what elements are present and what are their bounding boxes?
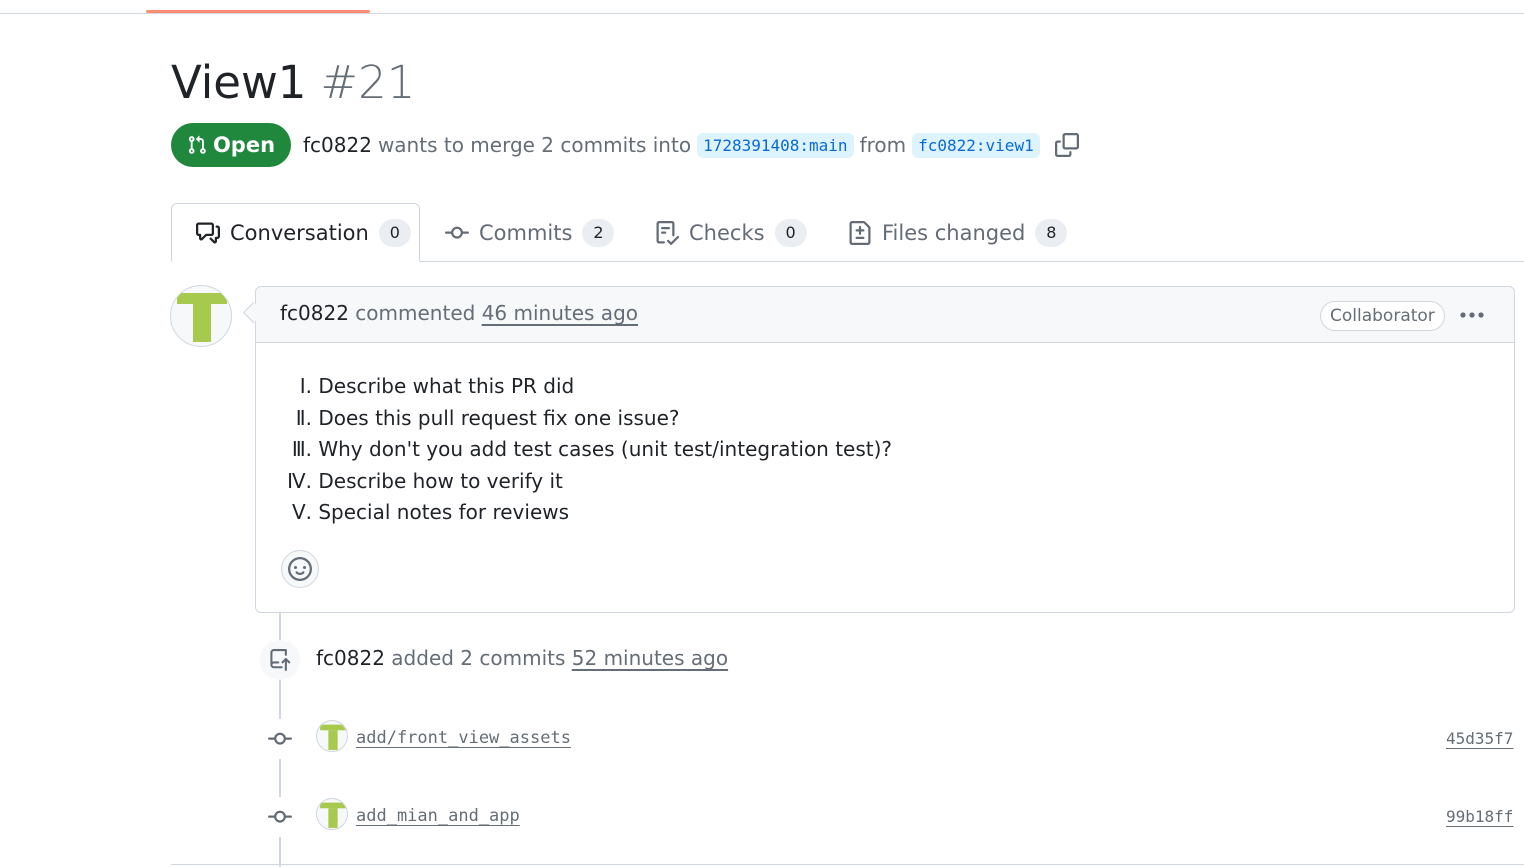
git-commit-icon bbox=[268, 732, 292, 745]
nav-underline bbox=[0, 13, 1524, 14]
event-action: added 2 commits bbox=[391, 646, 566, 670]
copy-branch-button[interactable] bbox=[1052, 130, 1082, 160]
tab-label: Conversation bbox=[230, 220, 369, 245]
identicon bbox=[320, 802, 346, 828]
pr-state-badge: Open bbox=[171, 123, 291, 167]
comment-discussion-icon bbox=[196, 222, 220, 243]
tab-counter: 8 bbox=[1035, 218, 1068, 247]
commit-sha-link[interactable]: 99b18ff bbox=[1446, 807, 1513, 826]
timeline-event: fc0822 added 2 commits 52 minutes ago bbox=[316, 646, 728, 670]
list-text: Does this pull request fix one issue? bbox=[312, 405, 680, 430]
list-text: Special notes for reviews bbox=[312, 500, 570, 524]
tab-label: Files changed bbox=[882, 220, 1026, 245]
list-item: Ⅱ. Does this pull request fix one issue? bbox=[280, 403, 892, 435]
repo-push-icon bbox=[270, 649, 291, 671]
base-branch-link[interactable]: 1728391408:main bbox=[697, 132, 854, 158]
commit-author-avatar[interactable] bbox=[316, 798, 348, 830]
list-marker: Ⅰ. bbox=[299, 374, 312, 398]
pr-state-label: Open bbox=[212, 133, 276, 157]
head-branch-link[interactable]: fc0822:view1 bbox=[912, 132, 1040, 158]
comment-action: commented bbox=[355, 301, 476, 325]
list-text: Describe how to verify it bbox=[312, 468, 563, 493]
comment-meta: fc0822 commented 46 minutes ago bbox=[280, 301, 638, 325]
section-divider bbox=[171, 864, 1524, 865]
event-author-link[interactable]: fc0822 bbox=[316, 646, 385, 670]
list-item: Ⅳ. Describe how to verify it bbox=[280, 466, 892, 498]
file-diff-icon bbox=[849, 220, 871, 245]
comment-options-button[interactable] bbox=[1457, 303, 1487, 327]
avatar[interactable] bbox=[170, 285, 232, 347]
tab-counter: 2 bbox=[582, 218, 615, 247]
nav-selected-indicator bbox=[146, 10, 370, 13]
kebab-horizontal-icon bbox=[1460, 312, 1484, 318]
tab-counter: 0 bbox=[774, 218, 807, 247]
comment-body: Ⅰ. Describe what this PR did Ⅱ. Does thi… bbox=[280, 371, 892, 529]
pr-author-link[interactable]: fc0822 bbox=[303, 133, 372, 157]
from-text: from bbox=[859, 133, 907, 157]
identicon bbox=[177, 293, 227, 342]
list-text: Why don't you add test cases (unit test/… bbox=[312, 437, 893, 461]
commit-sha-link[interactable]: 45d35f7 bbox=[1446, 729, 1513, 748]
checklist-icon bbox=[656, 220, 679, 245]
page-title: View1 #21 bbox=[171, 56, 415, 109]
copy-icon bbox=[1054, 133, 1079, 157]
commit-message-link[interactable]: add_mian_and_app bbox=[356, 806, 520, 826]
git-commit-icon bbox=[268, 810, 292, 823]
list-item: Ⅲ. Why don't you add test cases (unit te… bbox=[280, 434, 892, 466]
list-marker: Ⅲ. bbox=[291, 437, 312, 461]
tab-counter: 0 bbox=[378, 218, 411, 247]
git-pull-request-icon bbox=[188, 135, 206, 154]
tab-label: Commits bbox=[479, 220, 573, 245]
tab-commits[interactable]: Commits 2 bbox=[445, 203, 615, 262]
comment-time-link[interactable]: 46 minutes ago bbox=[482, 301, 638, 325]
event-time-link[interactable]: 52 minutes ago bbox=[572, 646, 728, 670]
list-marker: Ⅴ. bbox=[291, 500, 312, 524]
identicon bbox=[320, 724, 346, 750]
git-commit-icon bbox=[445, 226, 469, 239]
collaborator-badge: Collaborator bbox=[1320, 301, 1445, 331]
list-marker: Ⅱ. bbox=[295, 405, 312, 430]
list-item: Ⅰ. Describe what this PR did bbox=[280, 371, 892, 403]
comment-author-link[interactable]: fc0822 bbox=[280, 301, 349, 325]
merge-summary: fc0822 wants to merge 2 commits into 172… bbox=[303, 130, 1082, 160]
list-marker: Ⅳ. bbox=[287, 468, 312, 493]
commit-author-avatar[interactable] bbox=[316, 720, 348, 752]
commit-node bbox=[260, 797, 300, 837]
smiley-icon bbox=[288, 557, 312, 581]
commit-message-link[interactable]: add/front_view_assets bbox=[356, 728, 571, 748]
tab-conversation[interactable]: Conversation 0 bbox=[171, 203, 420, 262]
tab-label: Checks bbox=[689, 220, 765, 245]
timeline-badge bbox=[260, 640, 300, 680]
merge-text: wants to merge 2 commits into bbox=[377, 133, 692, 157]
pr-title: View1 bbox=[171, 56, 307, 109]
add-reaction-button[interactable] bbox=[281, 550, 319, 588]
list-item: Ⅴ. Special notes for reviews bbox=[280, 497, 892, 529]
commit-node bbox=[260, 719, 300, 759]
tab-checks[interactable]: Checks 0 bbox=[655, 203, 807, 262]
pr-number: #21 bbox=[320, 56, 416, 109]
list-text: Describe what this PR did bbox=[312, 374, 575, 398]
tab-files-changed[interactable]: Files changed 8 bbox=[848, 203, 1068, 262]
